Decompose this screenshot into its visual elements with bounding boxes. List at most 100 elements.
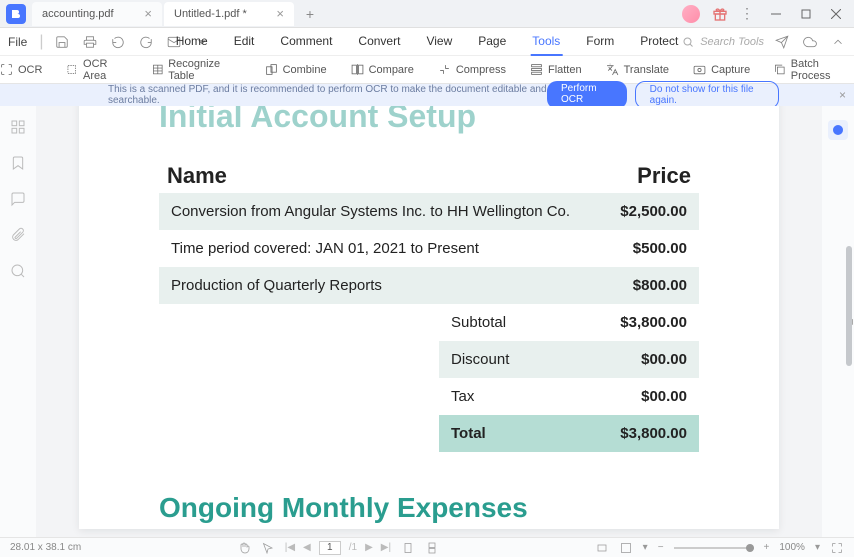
perform-ocr-button[interactable]: Perform OCR bbox=[547, 81, 627, 109]
last-page-icon[interactable]: ▶| bbox=[381, 542, 391, 553]
add-tab-button[interactable]: + bbox=[300, 4, 320, 24]
first-page-icon[interactable]: |◀ bbox=[285, 542, 295, 553]
tab-protect[interactable]: Protect bbox=[638, 28, 680, 56]
compress-button[interactable]: Compress bbox=[438, 63, 506, 76]
tab-view[interactable]: View bbox=[424, 28, 454, 56]
zoom-out-icon[interactable]: − bbox=[658, 542, 664, 553]
user-avatar[interactable] bbox=[682, 5, 700, 23]
table-row: Time period covered: JAN 01, 2021 to Pre… bbox=[159, 230, 699, 267]
combine-button[interactable]: Combine bbox=[265, 63, 327, 76]
save-icon[interactable] bbox=[54, 34, 70, 50]
summary-tax: Tax$00.00 bbox=[439, 378, 699, 415]
tab-comment[interactable]: Comment bbox=[278, 28, 334, 56]
view-mode-icon[interactable] bbox=[619, 541, 633, 555]
col-name: Name bbox=[167, 163, 227, 189]
app-logo[interactable] bbox=[6, 4, 26, 24]
titlebar-left: accounting.pdf × Untitled-1.pdf * × + bbox=[0, 0, 320, 27]
dismiss-notice-button[interactable]: Do not show for this file again. bbox=[635, 81, 779, 109]
menubar-right bbox=[774, 34, 846, 50]
workspace: ▶ Initial Account Setup Name Price Conve… bbox=[0, 106, 854, 537]
left-rail bbox=[0, 106, 36, 537]
minimize-button[interactable] bbox=[762, 2, 790, 26]
capture-button[interactable]: Capture bbox=[693, 63, 750, 76]
continuous-page-icon[interactable] bbox=[425, 541, 439, 555]
chevron-down-icon[interactable]: ▾ bbox=[643, 542, 648, 553]
bookmark-icon[interactable] bbox=[9, 154, 27, 172]
collapse-icon[interactable] bbox=[830, 34, 846, 50]
recognize-table-button[interactable]: Recognize Table bbox=[152, 58, 241, 82]
ocr-area-button[interactable]: OCR Area bbox=[66, 58, 127, 82]
notice-text: This is a scanned PDF, and it is recomme… bbox=[108, 84, 547, 106]
comment-icon[interactable] bbox=[9, 190, 27, 208]
table-header: Name Price bbox=[159, 159, 699, 193]
search-icon[interactable] bbox=[9, 262, 27, 280]
section-title-1: Initial Account Setup bbox=[159, 106, 699, 135]
hand-tool-icon[interactable] bbox=[237, 541, 251, 555]
undo-icon[interactable] bbox=[110, 34, 126, 50]
maximize-button[interactable] bbox=[792, 2, 820, 26]
section-title-2: Ongoing Monthly Expenses bbox=[159, 492, 699, 524]
main-tabs: Home Edit Comment Convert View Page Tool… bbox=[174, 28, 681, 56]
summary-block: Subtotal$3,800.00 Discount$00.00 Tax$00.… bbox=[439, 304, 699, 452]
close-button[interactable] bbox=[822, 2, 850, 26]
tab-accounting[interactable]: accounting.pdf × bbox=[32, 2, 162, 26]
table-row: Production of Quarterly Reports $800.00 bbox=[159, 267, 699, 304]
tab-page[interactable]: Page bbox=[476, 28, 508, 56]
summary-subtotal: Subtotal$3,800.00 bbox=[439, 304, 699, 341]
thumbnails-icon[interactable] bbox=[9, 118, 27, 136]
tab-label: Untitled-1.pdf * bbox=[174, 8, 247, 20]
fit-width-icon[interactable] bbox=[595, 541, 609, 555]
close-icon[interactable]: × bbox=[839, 88, 846, 102]
table-row: Conversion from Angular Systems Inc. to … bbox=[159, 193, 699, 230]
cloud-icon[interactable] bbox=[802, 34, 818, 50]
send-icon[interactable] bbox=[774, 34, 790, 50]
prev-page-icon[interactable]: ◀ bbox=[303, 542, 311, 553]
fullscreen-icon[interactable] bbox=[830, 541, 844, 555]
ocr-button[interactable]: OCR bbox=[0, 63, 42, 76]
zoom-level: 100% bbox=[779, 542, 805, 553]
search-placeholder: Search Tools bbox=[700, 36, 764, 48]
tab-convert[interactable]: Convert bbox=[356, 28, 402, 56]
document-page: Initial Account Setup Name Price Convers… bbox=[79, 106, 779, 529]
search-tools[interactable]: Search Tools bbox=[682, 36, 764, 48]
print-icon[interactable] bbox=[82, 34, 98, 50]
tab-tools[interactable]: Tools bbox=[530, 28, 562, 56]
tools-toolbar: OCR OCR Area Recognize Table Combine Com… bbox=[0, 56, 854, 84]
batch-process-button[interactable]: Batch Process bbox=[774, 58, 854, 82]
flatten-button[interactable]: Flatten bbox=[530, 63, 582, 76]
compare-button[interactable]: Compare bbox=[351, 63, 414, 76]
tab-home[interactable]: Home bbox=[174, 28, 210, 56]
zoom-in-icon[interactable]: + bbox=[764, 542, 770, 553]
tab-untitled[interactable]: Untitled-1.pdf * × bbox=[164, 2, 294, 26]
menubar: File | Home Edit Comment Convert View Pa… bbox=[0, 28, 854, 56]
titlebar: accounting.pdf × Untitled-1.pdf * × + ⋮ bbox=[0, 0, 854, 28]
document-viewport[interactable]: Initial Account Setup Name Price Convers… bbox=[36, 106, 822, 537]
next-page-icon[interactable]: ▶ bbox=[365, 542, 373, 553]
ai-badge-icon[interactable] bbox=[828, 120, 848, 140]
zoom-slider[interactable] bbox=[674, 547, 754, 549]
tab-label: accounting.pdf bbox=[42, 8, 114, 20]
attachment-icon[interactable] bbox=[9, 226, 27, 244]
page-nav: |◀ ◀ /1 ▶ ▶| bbox=[285, 541, 391, 555]
tab-form[interactable]: Form bbox=[584, 28, 616, 56]
summary-discount: Discount$00.00 bbox=[439, 341, 699, 378]
status-right: ▾ − + 100% ▾ bbox=[595, 541, 844, 555]
translate-button[interactable]: Translate bbox=[606, 63, 669, 76]
summary-total: Total$3,800.00 bbox=[439, 415, 699, 452]
single-page-icon[interactable] bbox=[401, 541, 415, 555]
tab-edit[interactable]: Edit bbox=[232, 28, 257, 56]
ocr-notice: This is a scanned PDF, and it is recomme… bbox=[0, 84, 854, 106]
scrollbar[interactable] bbox=[846, 246, 852, 366]
page-input[interactable] bbox=[319, 541, 341, 555]
gift-icon[interactable] bbox=[712, 6, 728, 22]
select-tool-icon[interactable] bbox=[261, 541, 275, 555]
page-total: /1 bbox=[349, 542, 357, 553]
file-menu[interactable]: File bbox=[8, 35, 27, 49]
more-icon[interactable]: ⋮ bbox=[740, 5, 754, 22]
close-icon[interactable]: × bbox=[136, 6, 152, 21]
redo-icon[interactable] bbox=[138, 34, 154, 50]
chevron-down-icon[interactable]: ▾ bbox=[815, 542, 820, 553]
status-center: |◀ ◀ /1 ▶ ▶| bbox=[237, 541, 439, 555]
titlebar-right: ⋮ bbox=[682, 2, 854, 26]
close-icon[interactable]: × bbox=[268, 6, 284, 21]
